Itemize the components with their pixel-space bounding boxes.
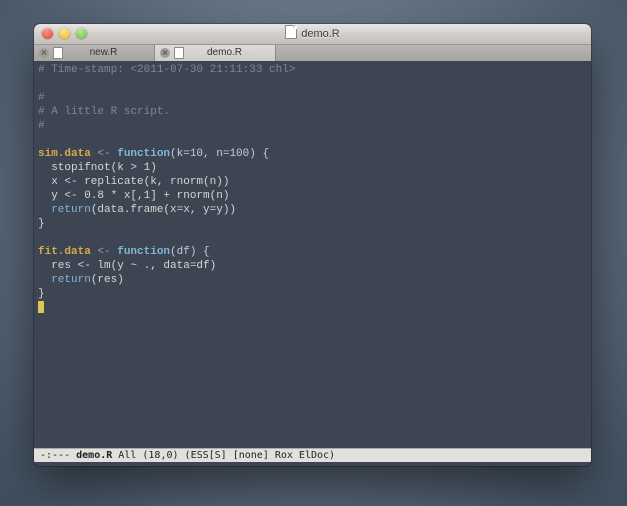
- editor-window: demo.R new.R demo.R # Time-stamp: <2011-…: [34, 24, 591, 466]
- fn-signature: (df) {: [170, 246, 210, 258]
- close-tab-icon[interactable]: [160, 48, 170, 58]
- fn-signature: (k=10, n=100) {: [170, 148, 269, 160]
- tab-bar: new.R demo.R: [34, 45, 591, 62]
- text-cursor: [38, 301, 44, 313]
- keyword-return: return: [51, 204, 91, 216]
- code-line: y <- 0.8 * x[,1] + rnorm(n): [38, 190, 229, 202]
- brace-close: }: [38, 288, 45, 300]
- window-title-text: demo.R: [301, 28, 340, 40]
- file-icon: [174, 47, 184, 59]
- modeline-position: All (18,0): [118, 450, 178, 461]
- code-editor[interactable]: # Time-stamp: <2011-07-30 21:11:33 chl> …: [34, 61, 591, 449]
- assign-op: <-: [91, 148, 117, 160]
- tab-new-r[interactable]: new.R: [34, 45, 155, 61]
- titlebar[interactable]: demo.R: [34, 24, 591, 45]
- code-line: x <- replicate(k, rnorm(n)): [38, 176, 229, 188]
- window-title: demo.R: [34, 24, 591, 44]
- modeline-status: -:---: [40, 450, 70, 461]
- tab-label: new.R: [67, 45, 140, 61]
- comment-line: # Time-stamp: <2011-07-30 21:11:33 chl>: [38, 64, 295, 76]
- brace-close: }: [38, 218, 45, 230]
- modeline-buffer: demo.R: [76, 450, 112, 461]
- close-tab-icon[interactable]: [39, 48, 49, 58]
- comment-line: # A little R script.: [38, 106, 170, 118]
- code-line: stopifnot(k > 1): [38, 162, 157, 174]
- function-name: fit.data: [38, 246, 91, 258]
- minibuffer[interactable]: [34, 462, 591, 466]
- mode-line[interactable]: -:--- demo.R All (18,0) (ESS[S] [none] R…: [34, 448, 591, 462]
- comment-line: #: [38, 92, 45, 104]
- function-name: sim.data: [38, 148, 91, 160]
- file-icon: [285, 25, 297, 39]
- assign-op: <-: [91, 246, 117, 258]
- keyword-function: function: [117, 148, 170, 160]
- keyword-function: function: [117, 246, 170, 258]
- return-arg: (data.frame(x=x, y=y)): [91, 204, 236, 216]
- tab-demo-r[interactable]: demo.R: [155, 45, 276, 61]
- code-line: res <- lm(y ~ ., data=df): [38, 260, 216, 272]
- comment-line: #: [38, 120, 45, 132]
- keyword-return: return: [51, 274, 91, 286]
- file-icon: [53, 47, 63, 59]
- tab-label: demo.R: [188, 45, 261, 61]
- modeline-modes: (ESS[S] [none] Rox ElDoc): [185, 450, 336, 461]
- return-arg: (res): [91, 274, 124, 286]
